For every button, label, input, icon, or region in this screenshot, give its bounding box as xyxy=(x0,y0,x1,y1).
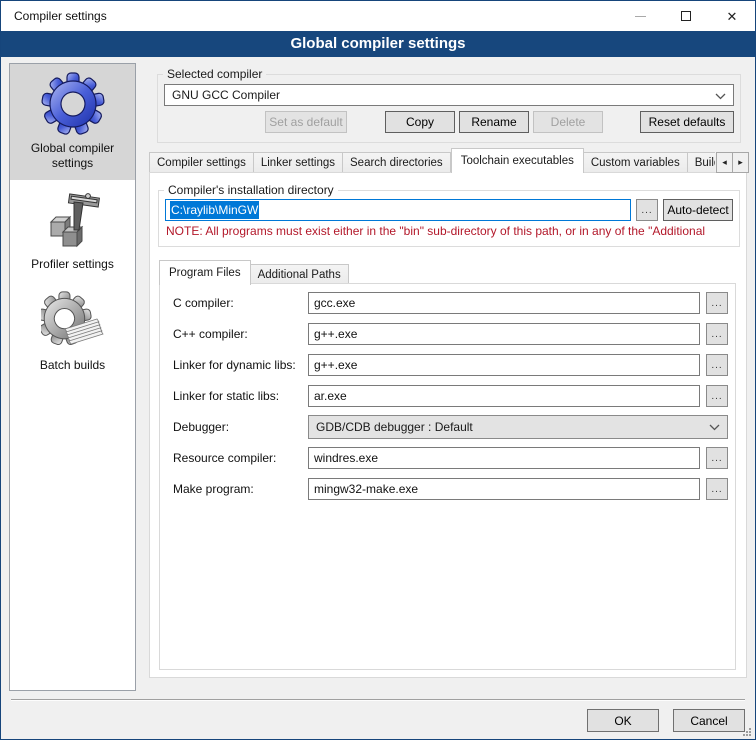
resource-compiler-browse-button[interactable]: ... xyxy=(706,447,728,469)
settings-tabstrip: Compiler settings Linker settings Search… xyxy=(149,148,749,173)
make-program-label: Make program: xyxy=(173,482,308,496)
gray-gear-stack-icon xyxy=(41,289,105,353)
sidebar-item-label: Global compiler settings xyxy=(14,141,131,171)
ellipsis-icon: ... xyxy=(711,298,722,309)
installation-directory-label: Compiler's installation directory xyxy=(164,183,338,197)
resource-compiler-input[interactable] xyxy=(308,447,700,469)
static-linker-label: Linker for static libs: xyxy=(173,389,308,403)
caliper-tool-icon xyxy=(41,188,105,252)
tab-scroll-right-icon: ▸ xyxy=(738,157,743,168)
static-linker-input[interactable] xyxy=(308,385,700,407)
reset-defaults-button[interactable]: Reset defaults xyxy=(640,111,734,133)
ellipsis-icon: ... xyxy=(711,391,722,402)
tab-compiler-settings[interactable]: Compiler settings xyxy=(149,152,254,173)
compiler-settings-dialog: Compiler settings ✕ Global compiler sett… xyxy=(0,0,756,740)
tab-additional-paths[interactable]: Additional Paths xyxy=(251,264,349,285)
toolchain-executables-page: Compiler's installation directory C:\ray… xyxy=(149,172,747,678)
cancel-button[interactable]: Cancel xyxy=(673,709,745,732)
chevron-down-icon xyxy=(709,424,720,431)
titlebar: Compiler settings ✕ xyxy=(1,1,755,31)
auto-detect-button[interactable]: Auto-detect xyxy=(663,199,733,221)
blue-gear-icon xyxy=(41,72,105,136)
field-row-static-linker: Linker for static libs: ... xyxy=(173,385,728,407)
debugger-select-value: GDB/CDB debugger : Default xyxy=(316,420,473,434)
close-button[interactable]: ✕ xyxy=(709,1,755,31)
sidebar-item-batch-builds[interactable]: Batch builds xyxy=(10,281,135,382)
minimize-icon xyxy=(635,16,646,17)
delete-button[interactable]: Delete xyxy=(533,111,603,133)
field-row-resource-compiler: Resource compiler: ... xyxy=(173,447,728,469)
field-row-make-program: Make program: ... xyxy=(173,478,728,500)
make-program-input[interactable] xyxy=(308,478,700,500)
sidebar-item-label: Profiler settings xyxy=(14,257,131,272)
settings-category-list: Global compiler settings xyxy=(9,63,136,691)
selected-compiler-group: Selected compiler GNU GCC Compiler Set a… xyxy=(157,67,741,143)
installation-directory-value: C:\raylib\MinGW xyxy=(170,201,259,219)
ellipsis-icon: ... xyxy=(711,360,722,371)
c-compiler-input[interactable] xyxy=(308,292,700,314)
sidebar-item-global-compiler-settings[interactable]: Global compiler settings xyxy=(10,64,135,180)
copy-button[interactable]: Copy xyxy=(385,111,455,133)
static-linker-browse-button[interactable]: ... xyxy=(706,385,728,407)
chevron-down-icon xyxy=(715,93,726,100)
ellipsis-icon: ... xyxy=(641,205,652,216)
set-as-default-button[interactable]: Set as default xyxy=(265,111,347,133)
minimize-button[interactable] xyxy=(617,1,663,31)
installation-directory-browse-button[interactable]: ... xyxy=(636,199,658,221)
selected-compiler-label: Selected compiler xyxy=(163,67,266,81)
field-row-cpp-compiler: C++ compiler: ... xyxy=(173,323,728,345)
dynamic-linker-browse-button[interactable]: ... xyxy=(706,354,728,376)
ellipsis-icon: ... xyxy=(711,484,722,495)
dynamic-linker-label: Linker for dynamic libs: xyxy=(173,358,308,372)
installation-directory-group: Compiler's installation directory C:\ray… xyxy=(158,183,740,247)
bin-subdirectory-note: NOTE: All programs must exist either in … xyxy=(166,224,733,238)
ellipsis-icon: ... xyxy=(711,453,722,464)
sidebar-item-profiler-settings[interactable]: Profiler settings xyxy=(10,180,135,281)
make-program-browse-button[interactable]: ... xyxy=(706,478,728,500)
cpp-compiler-browse-button[interactable]: ... xyxy=(706,323,728,345)
cpp-compiler-label: C++ compiler: xyxy=(173,327,308,341)
debugger-select[interactable]: GDB/CDB debugger : Default xyxy=(308,415,728,439)
ellipsis-icon: ... xyxy=(711,329,722,340)
caption-buttons: ✕ xyxy=(617,1,755,31)
tab-scroll-buttons: ◂ ▸ xyxy=(717,152,749,173)
ok-button[interactable]: OK xyxy=(587,709,659,732)
page-title: Global compiler settings xyxy=(1,31,755,57)
resource-compiler-label: Resource compiler: xyxy=(173,451,308,465)
cpp-compiler-input[interactable] xyxy=(308,323,700,345)
tab-search-directories[interactable]: Search directories xyxy=(343,152,451,173)
maximize-button[interactable] xyxy=(663,1,709,31)
debugger-label: Debugger: xyxy=(173,420,308,434)
c-compiler-label: C compiler: xyxy=(173,296,308,310)
program-files-page: C compiler: ... C++ compiler: ... Linker… xyxy=(159,283,736,670)
programs-tabstrip: Program Files Additional Paths xyxy=(159,260,739,285)
compiler-select[interactable]: GNU GCC Compiler xyxy=(164,84,734,106)
dynamic-linker-input[interactable] xyxy=(308,354,700,376)
tab-toolchain-executables[interactable]: Toolchain executables xyxy=(451,148,584,173)
c-compiler-browse-button[interactable]: ... xyxy=(706,292,728,314)
sidebar-item-label: Batch builds xyxy=(14,358,131,373)
compiler-select-value: GNU GCC Compiler xyxy=(172,88,280,102)
tab-scroll-left-icon: ◂ xyxy=(722,157,727,168)
compiler-actions: Set as default Copy Rename Delete Reset … xyxy=(158,111,734,133)
tab-scroll-left-button[interactable]: ◂ xyxy=(716,152,733,173)
field-row-dynamic-linker: Linker for dynamic libs: ... xyxy=(173,354,728,376)
maximize-icon xyxy=(681,11,691,21)
footer-separator xyxy=(11,699,745,701)
tab-build-options[interactable]: Build options xyxy=(688,152,715,173)
tab-linker-settings[interactable]: Linker settings xyxy=(254,152,343,173)
tab-custom-variables[interactable]: Custom variables xyxy=(584,152,688,173)
field-row-c-compiler: C compiler: ... xyxy=(173,292,728,314)
tab-program-files[interactable]: Program Files xyxy=(159,260,251,285)
installation-directory-input[interactable]: C:\raylib\MinGW xyxy=(165,199,631,221)
resize-grip[interactable] xyxy=(743,727,752,736)
rename-button[interactable]: Rename xyxy=(459,111,529,133)
installation-directory-row: C:\raylib\MinGW ... Auto-detect xyxy=(165,199,733,221)
window-title: Compiler settings xyxy=(1,9,107,23)
tab-scroll-right-button[interactable]: ▸ xyxy=(732,152,749,173)
tabs-scroll-area: Compiler settings Linker settings Search… xyxy=(149,148,715,173)
field-row-debugger: Debugger: GDB/CDB debugger : Default xyxy=(173,416,728,438)
close-icon: ✕ xyxy=(727,10,738,23)
